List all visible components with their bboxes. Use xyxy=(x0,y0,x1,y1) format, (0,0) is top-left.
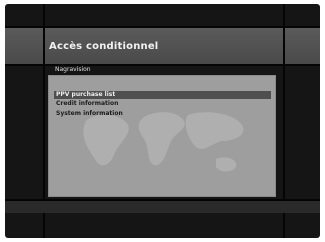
grid-line xyxy=(5,26,320,28)
menu-item-ppv-purchase-list[interactable]: PPV purchase list xyxy=(54,91,271,99)
menu-panel: PPV purchase list Credit information Sys… xyxy=(48,75,276,197)
grid-line xyxy=(5,64,320,66)
page-title: Accès conditionnel xyxy=(49,41,159,52)
menu-item-system-information[interactable]: System information xyxy=(54,110,123,118)
menu-item-credit-information[interactable]: Credit information xyxy=(54,100,118,108)
tv-screen: Accès conditionnel Nagravision PPV purch… xyxy=(5,4,320,238)
page-subtitle: Nagravision xyxy=(55,66,91,73)
footer-band xyxy=(5,201,320,213)
